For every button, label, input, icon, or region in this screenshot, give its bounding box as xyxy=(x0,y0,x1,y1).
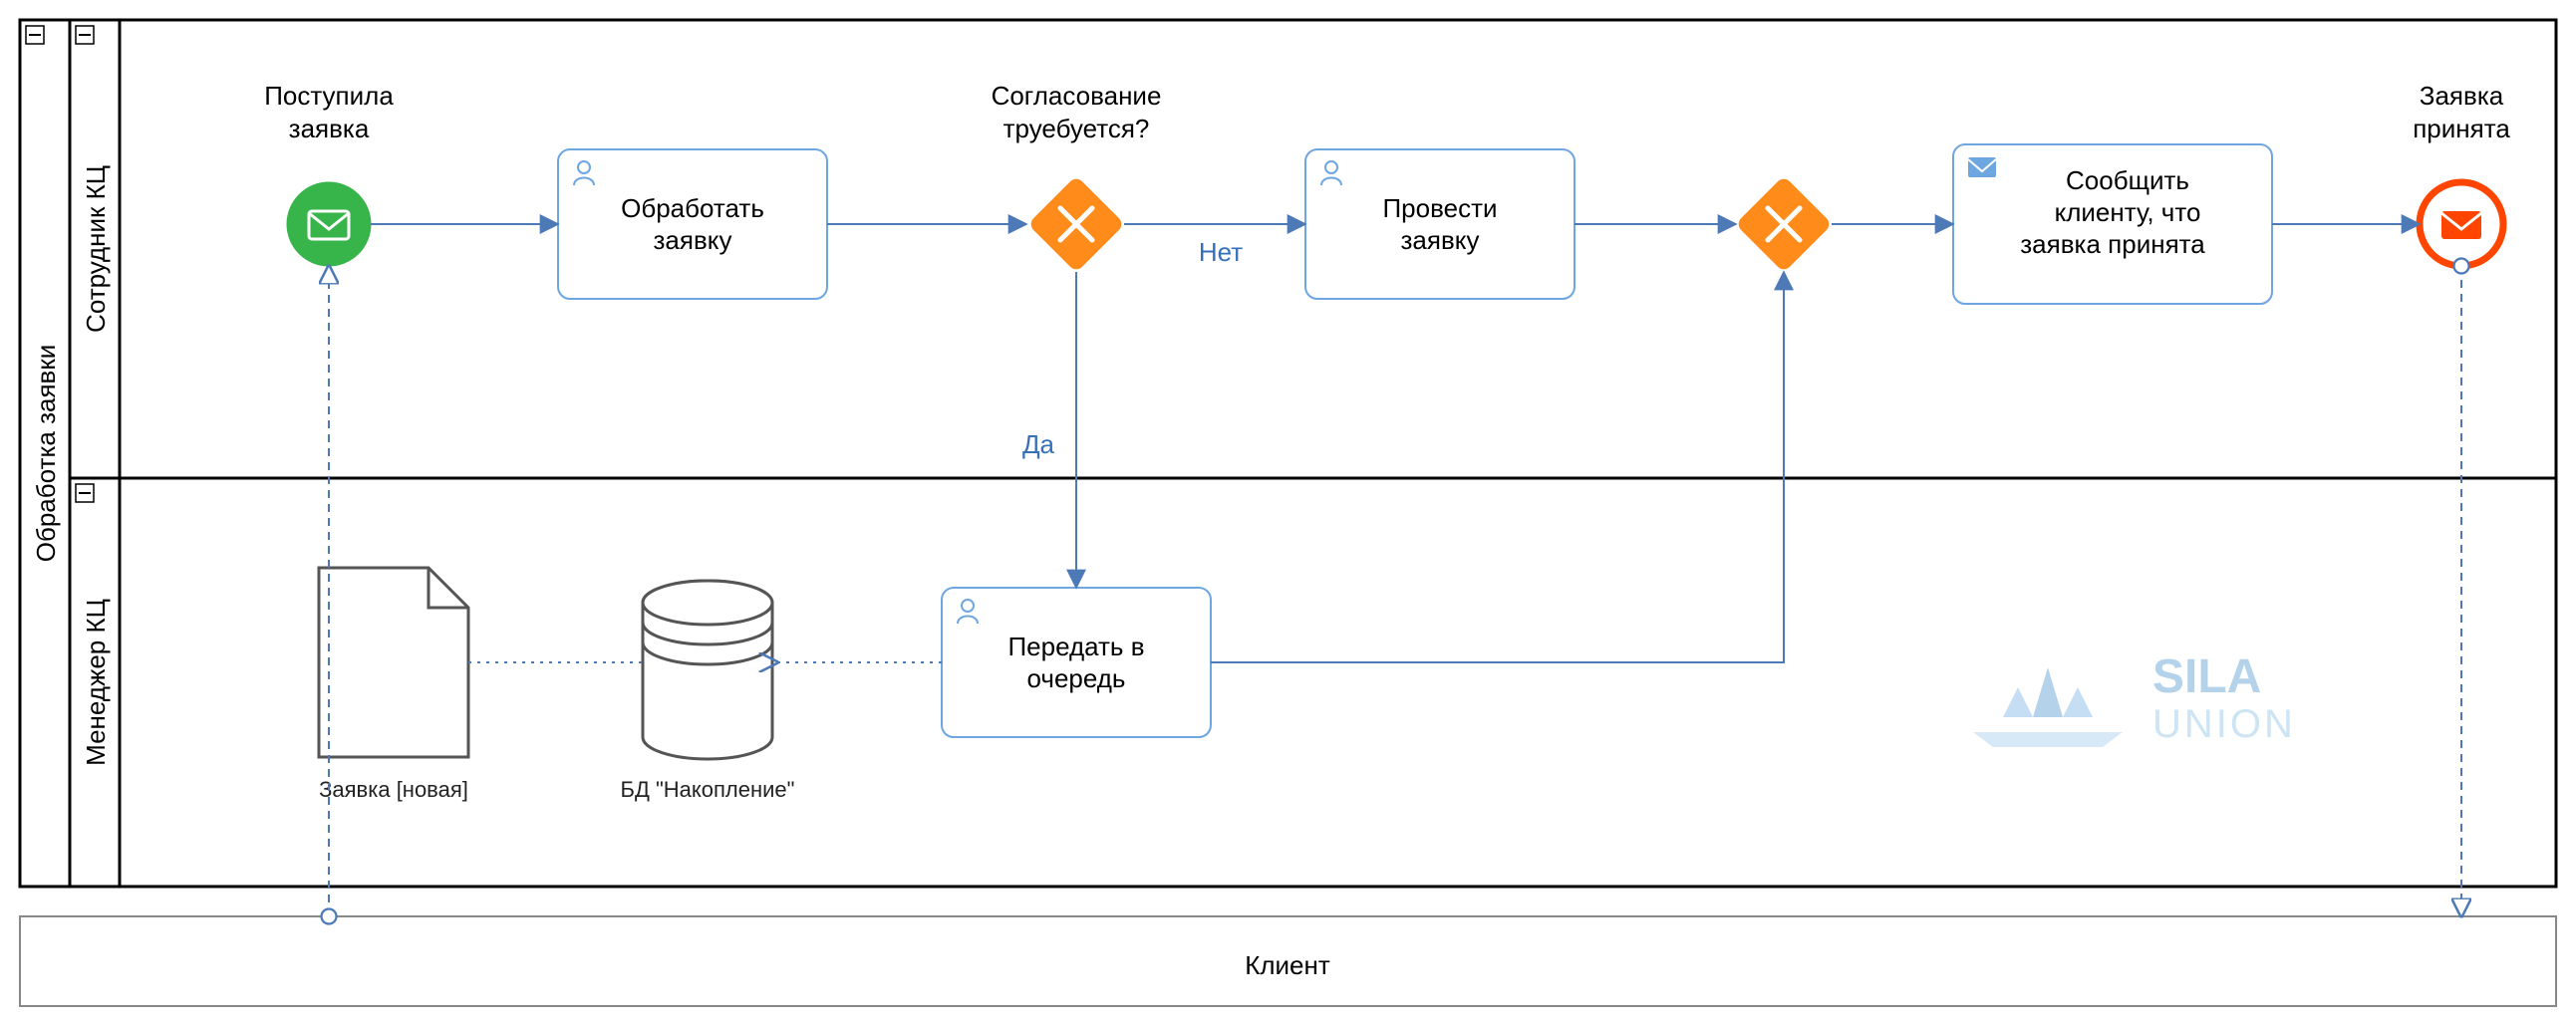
end-event-label: Заявка xyxy=(2420,81,2504,111)
pool-client-title: Клиент xyxy=(1245,950,1330,980)
svg-text:Заявка [новая]: Заявка [новая] xyxy=(319,777,468,802)
svg-text:БД "Накопление": БД "Накопление" xyxy=(621,777,795,802)
flow xyxy=(1211,272,1784,662)
svg-text:Сообщить: Сообщить xyxy=(2066,165,2189,195)
svg-text:очередь: очередь xyxy=(1027,663,1126,693)
watermark-logo: SILA UNION xyxy=(1973,650,2296,747)
svg-text:Провести: Провести xyxy=(1382,193,1497,223)
data-object-request: Заявка [новая] xyxy=(319,568,468,802)
envelope-icon xyxy=(1968,157,1996,177)
task-process-request: Обработать заявку xyxy=(558,149,827,299)
start-event-label: Поступила xyxy=(264,81,394,111)
svg-text:заявку: заявку xyxy=(654,225,732,255)
start-event: Поступила заявка xyxy=(264,81,394,266)
gateway-merge xyxy=(1736,176,1832,272)
svg-text:заявка принята: заявка принята xyxy=(2020,229,2205,259)
lane-1-title: Сотрудник КЦ xyxy=(81,165,111,333)
svg-text:заявку: заявку xyxy=(1401,225,1480,255)
end-event: Заявка принята xyxy=(2413,81,2510,266)
svg-text:SILA: SILA xyxy=(2152,650,2261,703)
lane-2-title: Менеджер КЦ xyxy=(81,599,111,766)
task-execute-request: Провести заявку xyxy=(1305,149,1574,299)
svg-text:Обработать: Обработать xyxy=(621,193,764,223)
gateway-approval-needed: Согласование труебуется? xyxy=(992,81,1162,272)
svg-text:Передать в: Передать в xyxy=(1007,632,1144,661)
svg-text:UNION: UNION xyxy=(2152,702,2296,746)
pool-title: Обработка заявки xyxy=(31,345,61,563)
gateway-label: Согласование xyxy=(992,81,1162,111)
edge-label-yes: Да xyxy=(1022,429,1055,459)
edge-label-no: Нет xyxy=(1199,237,1243,267)
svg-text:клиенту, что: клиенту, что xyxy=(2055,197,2201,227)
task-notify-client: Сообщить клиенту, что заявка принята xyxy=(1953,144,2272,304)
task-queue: Передать в очередь xyxy=(942,588,1211,737)
bpmn-diagram: Обработка заявки Сотрудник КЦ Менеджер К… xyxy=(0,0,2576,1021)
gateway-label: труебуется? xyxy=(1003,114,1150,143)
data-store: БД "Накопление" xyxy=(621,581,795,802)
start-event-label: заявка xyxy=(289,114,370,143)
end-event-label: принята xyxy=(2413,114,2510,143)
